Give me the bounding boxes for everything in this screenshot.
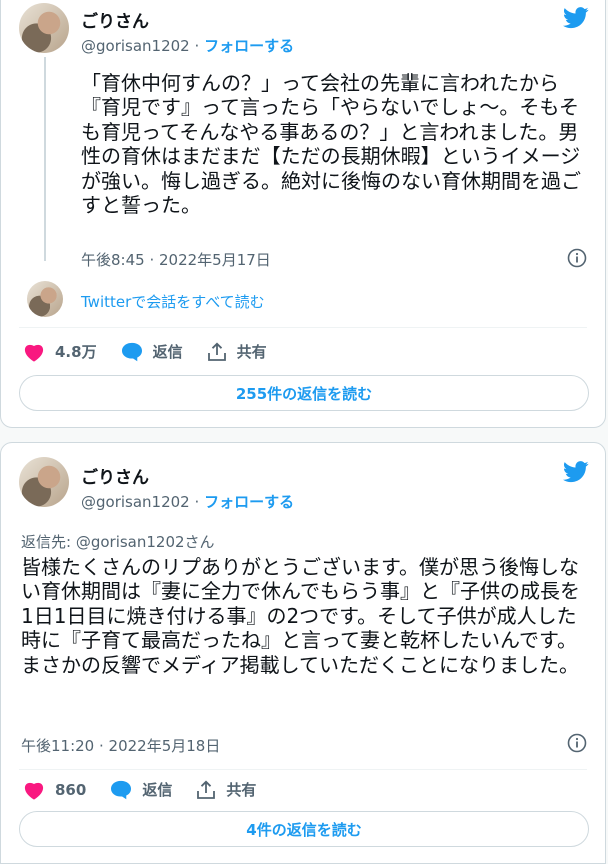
like-count: 860 bbox=[55, 780, 87, 799]
avatar[interactable] bbox=[19, 3, 69, 53]
separator: · bbox=[194, 37, 200, 55]
info-icon[interactable] bbox=[567, 248, 587, 268]
reply-button[interactable]: 返信 bbox=[121, 341, 183, 362]
reply-label: 返信 bbox=[152, 343, 183, 361]
replying-to[interactable]: 返信先: @gorisan1202さん bbox=[21, 531, 215, 552]
action-bar: 4.8万 返信 共有 bbox=[23, 341, 291, 362]
display-name[interactable]: ごりさん bbox=[81, 7, 149, 32]
share-button[interactable]: 共有 bbox=[196, 779, 256, 800]
info-icon[interactable] bbox=[567, 733, 587, 753]
reply-bubble-icon bbox=[121, 342, 142, 361]
reply-label: 返信 bbox=[142, 781, 173, 799]
read-replies-button[interactable]: 4件の返信を読む bbox=[19, 811, 589, 847]
like-count: 4.8万 bbox=[55, 343, 97, 361]
read-thread-link[interactable]: Twitterで会話をすべて読む bbox=[81, 291, 265, 312]
separator: · bbox=[194, 493, 200, 511]
avatar[interactable] bbox=[19, 457, 69, 507]
heart-icon bbox=[24, 782, 44, 800]
twitter-bird-icon[interactable] bbox=[563, 461, 589, 483]
share-button[interactable]: 共有 bbox=[207, 341, 267, 362]
like-button[interactable]: 4.8万 bbox=[23, 341, 97, 362]
timestamp[interactable]: 午後8:45 · 2022年5月17日 bbox=[81, 249, 271, 270]
follow-button[interactable]: フォローする bbox=[204, 493, 294, 511]
reply-bubble-icon bbox=[111, 780, 132, 799]
twitter-bird-icon[interactable] bbox=[563, 7, 589, 29]
heart-icon bbox=[24, 344, 44, 362]
divider bbox=[19, 327, 587, 328]
follow-button[interactable]: フォローする bbox=[204, 37, 294, 55]
divider bbox=[19, 769, 587, 770]
tweet-card-2: ごりさん @gorisan1202 · フォローする 返信先: @gorisan… bbox=[0, 442, 606, 864]
share-icon bbox=[197, 780, 216, 799]
thread-avatar[interactable] bbox=[27, 281, 63, 317]
share-label: 共有 bbox=[236, 343, 267, 361]
tweet-card-1: ごりさん @gorisan1202 · フォローする 「育休中何すんの？」って会… bbox=[0, 0, 606, 428]
reply-button[interactable]: 返信 bbox=[110, 779, 172, 800]
handle-row: @gorisan1202 · フォローする bbox=[81, 491, 294, 512]
thread-line bbox=[44, 57, 46, 261]
timestamp[interactable]: 午後11:20 · 2022年5月18日 bbox=[21, 735, 220, 756]
handle-row: @gorisan1202 · フォローする bbox=[81, 35, 294, 56]
read-replies-button[interactable]: 255件の返信を読む bbox=[19, 375, 589, 411]
display-name[interactable]: ごりさん bbox=[81, 463, 149, 488]
tweet-text: 「育休中何すんの？」って会社の先輩に言われたから『育児です』って言ったら「やらな… bbox=[81, 71, 581, 218]
share-label: 共有 bbox=[226, 781, 257, 799]
handle[interactable]: @gorisan1202 bbox=[81, 493, 190, 511]
like-button[interactable]: 860 bbox=[23, 780, 86, 800]
tweet-text: 皆様たくさんのリプありがとうございます。僕が思う後悔しない育休期間は『妻に全力で… bbox=[21, 555, 580, 677]
action-bar: 860 返信 共有 bbox=[23, 779, 280, 800]
handle[interactable]: @gorisan1202 bbox=[81, 37, 190, 55]
share-icon bbox=[207, 342, 226, 361]
